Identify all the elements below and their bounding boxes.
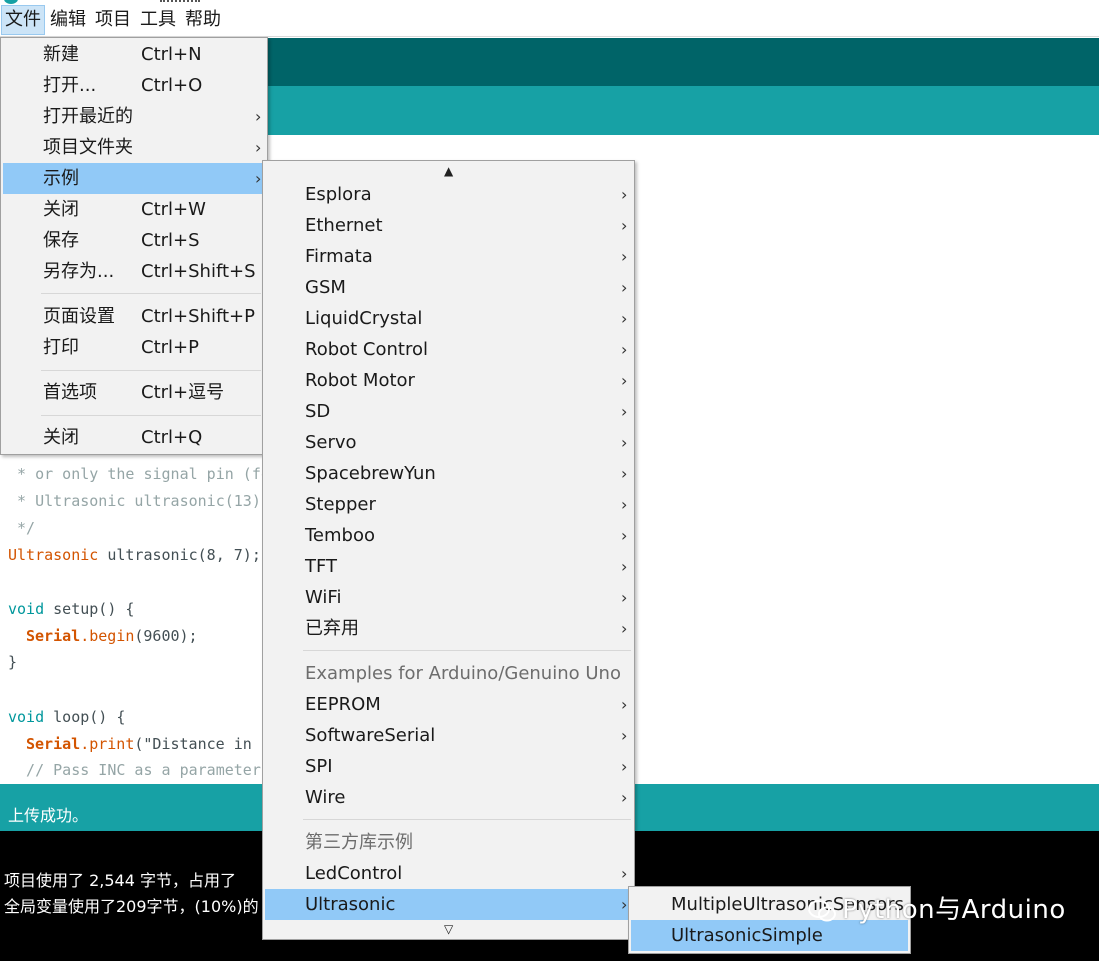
console-line: 全局变量使用了209字节，(10%)的 — [4, 897, 259, 916]
code-line: * or only the signal pin (fo — [8, 465, 270, 483]
example-item[interactable]: SD › — [265, 396, 634, 427]
chevron-right-icon: › — [621, 619, 628, 638]
chevron-right-icon: › — [621, 557, 628, 576]
chevron-right-icon: › — [621, 340, 628, 359]
example-item[interactable]: Firmata › — [265, 241, 634, 272]
example-item[interactable]: 已弃用 › — [265, 613, 634, 644]
example-item[interactable]: LedControl › — [265, 858, 634, 889]
menu-separator — [41, 415, 261, 416]
menubar: 文件 编辑 项目 工具 帮助 — [0, 0, 1099, 37]
chevron-right-icon: › — [621, 309, 628, 328]
examples-submenu: ▲ Esplora › Ethernet › Firmata › GSM › Liqui… — [262, 160, 635, 940]
example-item[interactable]: Wire › — [265, 782, 634, 813]
menu-item-examples[interactable]: 示例 › — [3, 163, 266, 194]
chevron-right-icon: › — [621, 495, 628, 514]
chevron-right-icon: › — [621, 402, 628, 421]
code-line: // Pass INC as a parameter — [8, 761, 261, 779]
chevron-right-icon: › — [621, 864, 628, 883]
example-item[interactable]: Robot Control › — [265, 334, 634, 365]
examples-board-header: Examples for Arduino/Genuino Uno — [305, 663, 621, 684]
menu-item-print[interactable]: 打印 Ctrl+P — [3, 332, 266, 363]
code-line: Ultrasonic ultrasonic(8, 7); — [8, 546, 261, 564]
chevron-right-icon: › — [621, 588, 628, 607]
menu-tools[interactable]: 工具 — [137, 5, 179, 35]
menu-item-page-setup[interactable]: 页面设置 Ctrl+Shift+P — [3, 301, 266, 332]
menu-separator — [303, 819, 631, 820]
example-item[interactable]: LiquidCrystal › — [265, 303, 634, 334]
menu-separator — [303, 650, 631, 651]
chevron-right-icon: › — [621, 726, 628, 745]
menu-item-quit[interactable]: 关闭 Ctrl+Q — [3, 422, 266, 453]
scroll-down-arrow-icon[interactable]: ▽ — [444, 922, 453, 936]
code-line: * Ultrasonic ultrasonic(13) — [8, 492, 261, 510]
chevron-right-icon: › — [621, 185, 628, 204]
code-line: */ — [8, 519, 36, 537]
toolbar — [268, 38, 1099, 86]
example-item[interactable]: Servo › — [265, 427, 634, 458]
example-item[interactable]: Esplora › — [265, 179, 634, 210]
example-item[interactable]: Temboo › — [265, 520, 634, 551]
status-message: 上传成功。 — [8, 806, 89, 825]
wechat-icon — [808, 899, 836, 921]
menu-item-open-recent[interactable]: 打开最近的 › — [3, 101, 266, 132]
example-item[interactable]: TFT › — [265, 551, 634, 582]
menu-separator — [41, 370, 261, 371]
menu-sketch[interactable]: 项目 — [92, 5, 134, 35]
console-line: 项目使用了 2,544 字节，占用了 — [4, 871, 236, 890]
chevron-right-icon: › — [621, 526, 628, 545]
chevron-right-icon: › — [255, 169, 262, 188]
menu-item-new[interactable]: 新建 Ctrl+N — [3, 39, 266, 70]
chevron-right-icon: › — [621, 371, 628, 390]
code-line: Serial.begin(9600); — [26, 627, 198, 645]
file-menu: 新建 Ctrl+N 打开... Ctrl+O 打开最近的 › 项目文件夹 › 示例 › 关… — [0, 37, 268, 455]
chevron-right-icon: › — [621, 895, 628, 914]
watermark-text: Python与Arduino — [842, 895, 1066, 925]
example-item[interactable]: SPI › — [265, 751, 634, 782]
arduino-logo-icon — [4, 0, 18, 4]
example-item[interactable]: WiFi › — [265, 582, 634, 613]
chevron-right-icon: › — [621, 278, 628, 297]
code-line: void loop() { — [8, 708, 126, 726]
chevron-right-icon: › — [255, 138, 262, 157]
example-item[interactable]: Ethernet › — [265, 210, 634, 241]
example-item[interactable]: GSM › — [265, 272, 634, 303]
example-item[interactable]: SpacebrewYun › — [265, 458, 634, 489]
code-line: Serial.print("Distance in — [26, 735, 252, 753]
menu-item-close[interactable]: 关闭 Ctrl+W — [3, 194, 266, 225]
menu-item-save[interactable]: 保存 Ctrl+S — [3, 225, 266, 256]
chevron-right-icon: › — [621, 216, 628, 235]
watermark: Python与Arduino — [808, 890, 1066, 930]
window-title-fragment — [160, 0, 200, 2]
example-item[interactable]: Stepper › — [265, 489, 634, 520]
chevron-right-icon: › — [255, 107, 262, 126]
chevron-right-icon: › — [621, 433, 628, 452]
chevron-right-icon: › — [621, 788, 628, 807]
chevron-right-icon: › — [621, 757, 628, 776]
menu-item-preferences[interactable]: 首选项 Ctrl+逗号 — [3, 377, 266, 408]
menu-item-save-as[interactable]: 另存为... Ctrl+Shift+S — [3, 256, 266, 287]
scroll-up-arrow-icon[interactable]: ▲ — [444, 164, 453, 178]
menu-item-open[interactable]: 打开... Ctrl+O — [3, 70, 266, 101]
menu-separator — [41, 293, 261, 294]
menu-item-sketchbook[interactable]: 项目文件夹 › — [3, 132, 266, 163]
example-item[interactable]: EEPROM › — [265, 689, 634, 720]
chevron-right-icon: › — [621, 464, 628, 483]
tab-bar — [268, 86, 1099, 135]
menu-edit[interactable]: 编辑 — [47, 5, 89, 35]
example-item[interactable]: Robot Motor › — [265, 365, 634, 396]
chevron-right-icon: › — [621, 247, 628, 266]
code-line: } — [8, 653, 18, 671]
example-item-ultrasonic[interactable]: Ultrasonic › — [265, 889, 634, 920]
menu-help[interactable]: 帮助 — [182, 5, 224, 35]
menu-file[interactable]: 文件 — [1, 5, 45, 35]
examples-third-party-header: 第三方库示例 — [305, 832, 413, 853]
example-item[interactable]: SoftwareSerial › — [265, 720, 634, 751]
chevron-right-icon: › — [621, 695, 628, 714]
code-line: void setup() { — [8, 600, 135, 618]
